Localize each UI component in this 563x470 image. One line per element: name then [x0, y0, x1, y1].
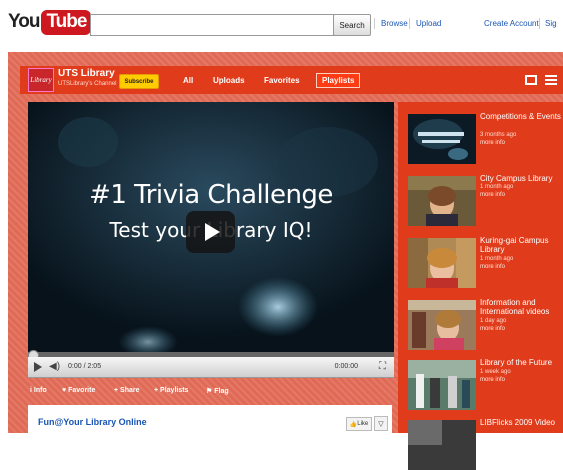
- divider: [374, 18, 375, 29]
- info-action[interactable]: i Info: [30, 387, 47, 394]
- channel-avatar[interactable]: Library: [28, 68, 54, 92]
- playlist-item[interactable]: LIBFlicks 2009 Video: [408, 414, 563, 470]
- player-controls: ◀) 0:00 / 2:05 0:00:00 ⛶: [28, 357, 394, 378]
- list-view-icon[interactable]: [545, 75, 557, 85]
- youtube-logo[interactable]: You Tube: [8, 8, 92, 36]
- playlist-title[interactable]: LIBFlicks 2009 Video: [480, 418, 563, 427]
- playlist-thumbnail[interactable]: [408, 176, 476, 226]
- upload-link[interactable]: Upload: [416, 19, 441, 28]
- grid-view-icon[interactable]: [525, 75, 537, 85]
- video-info-box: Fun@Your Library Online 👍 Like ▽: [28, 405, 392, 433]
- fullscreen-icon[interactable]: ⛶: [379, 361, 386, 372]
- create-account-link[interactable]: Create Account: [484, 19, 539, 28]
- logo-you-text: You: [8, 11, 41, 32]
- more-info-link[interactable]: more info: [480, 264, 505, 270]
- divider: [409, 18, 410, 29]
- playlist-title[interactable]: Competitions & Events: [480, 112, 563, 121]
- sign-in-link[interactable]: Sig: [545, 19, 557, 28]
- more-info-link[interactable]: more info: [480, 192, 505, 198]
- top-header: You Tube Search Browse Upload Create Acc…: [0, 0, 563, 48]
- playlist-thumbnail[interactable]: [408, 114, 476, 164]
- info-label: Info: [33, 387, 47, 394]
- playlist-item[interactable]: Kuring-gai Campus Library 1 month ago mo…: [408, 232, 563, 288]
- flag-label: Flag: [214, 388, 229, 395]
- video-info-title[interactable]: Fun@Your Library Online: [38, 417, 147, 427]
- favorite-action[interactable]: ♥ Favorite: [62, 387, 95, 394]
- playlist-title[interactable]: Library of the Future: [480, 358, 563, 367]
- playlist-item[interactable]: Library of the Future 1 week ago more in…: [408, 354, 563, 410]
- playlist-thumbnail[interactable]: [408, 238, 476, 288]
- playlists-label: Playlists: [160, 387, 189, 394]
- playlist-title[interactable]: Information and International videos: [480, 298, 563, 316]
- subscribe-button[interactable]: Subscribe: [119, 74, 159, 89]
- volume-icon[interactable]: ◀): [49, 361, 60, 372]
- favorite-label: Favorite: [68, 387, 96, 394]
- thumbs-up-icon: 👍: [349, 421, 358, 428]
- tab-uploads[interactable]: Uploads: [213, 76, 245, 85]
- playlist-thumbnail[interactable]: [408, 420, 476, 470]
- playlist-title[interactable]: City Campus Library: [480, 174, 563, 183]
- total-time: 0:00:00: [334, 363, 358, 370]
- playlist-meta: 1 day ago: [480, 318, 507, 324]
- more-info-link[interactable]: more info: [480, 140, 505, 146]
- playlist-item[interactable]: City Campus Library 1 month ago more inf…: [408, 170, 563, 226]
- play-icon[interactable]: [34, 362, 42, 372]
- video-player[interactable]: #1 Trivia Challenge Test your Library IQ…: [28, 102, 394, 352]
- channel-title[interactable]: UTS Library: [58, 68, 115, 79]
- like-button[interactable]: 👍 Like: [346, 417, 372, 431]
- dislike-button[interactable]: ▽: [374, 416, 388, 431]
- more-info-link[interactable]: more info: [480, 377, 505, 383]
- playlists-action[interactable]: + Playlists: [154, 387, 188, 394]
- search-button[interactable]: Search: [333, 14, 371, 36]
- current-time: 0:00 / 2:05: [68, 363, 102, 370]
- share-action[interactable]: + Share: [114, 387, 140, 394]
- more-info-link[interactable]: more info: [480, 326, 505, 332]
- playlist-thumbnail[interactable]: [408, 300, 476, 350]
- playlist-item[interactable]: Competitions & Events 3 months ago more …: [408, 108, 563, 164]
- tab-playlists[interactable]: Playlists: [316, 73, 361, 88]
- playlist-sidebar: Competitions & Events 3 months ago more …: [398, 102, 563, 470]
- video-actions: i Info ♥ Favorite + Share + Playlists ⚑ …: [28, 383, 394, 399]
- divider: [539, 18, 540, 29]
- tab-all[interactable]: All: [183, 76, 193, 85]
- browse-link[interactable]: Browse: [381, 19, 408, 28]
- play-button-icon[interactable]: [186, 211, 235, 253]
- search-input[interactable]: [90, 14, 336, 36]
- playlist-meta: 3 months ago: [480, 132, 517, 138]
- share-label: Share: [120, 387, 140, 394]
- tab-favorites[interactable]: Favorites: [264, 76, 300, 85]
- playlist-thumbnail[interactable]: [408, 360, 476, 410]
- playlist-meta: 1 month ago: [480, 256, 514, 262]
- video-title-line1: #1 Trivia Challenge: [89, 180, 333, 210]
- playlist-meta: 1 month ago: [480, 184, 514, 190]
- playlist-item[interactable]: Information and International videos 1 d…: [408, 294, 563, 350]
- flag-action[interactable]: ⚑ Flag: [206, 387, 229, 395]
- playlist-title[interactable]: Kuring-gai Campus Library: [480, 236, 563, 254]
- logo-tube-text: Tube: [41, 9, 92, 35]
- like-label: Like: [357, 421, 369, 427]
- thumbs-down-icon: ▽: [378, 420, 384, 428]
- channel-subtitle: UTSLibrary's Channel: [58, 81, 117, 87]
- playlist-meta: 1 week ago: [480, 369, 511, 375]
